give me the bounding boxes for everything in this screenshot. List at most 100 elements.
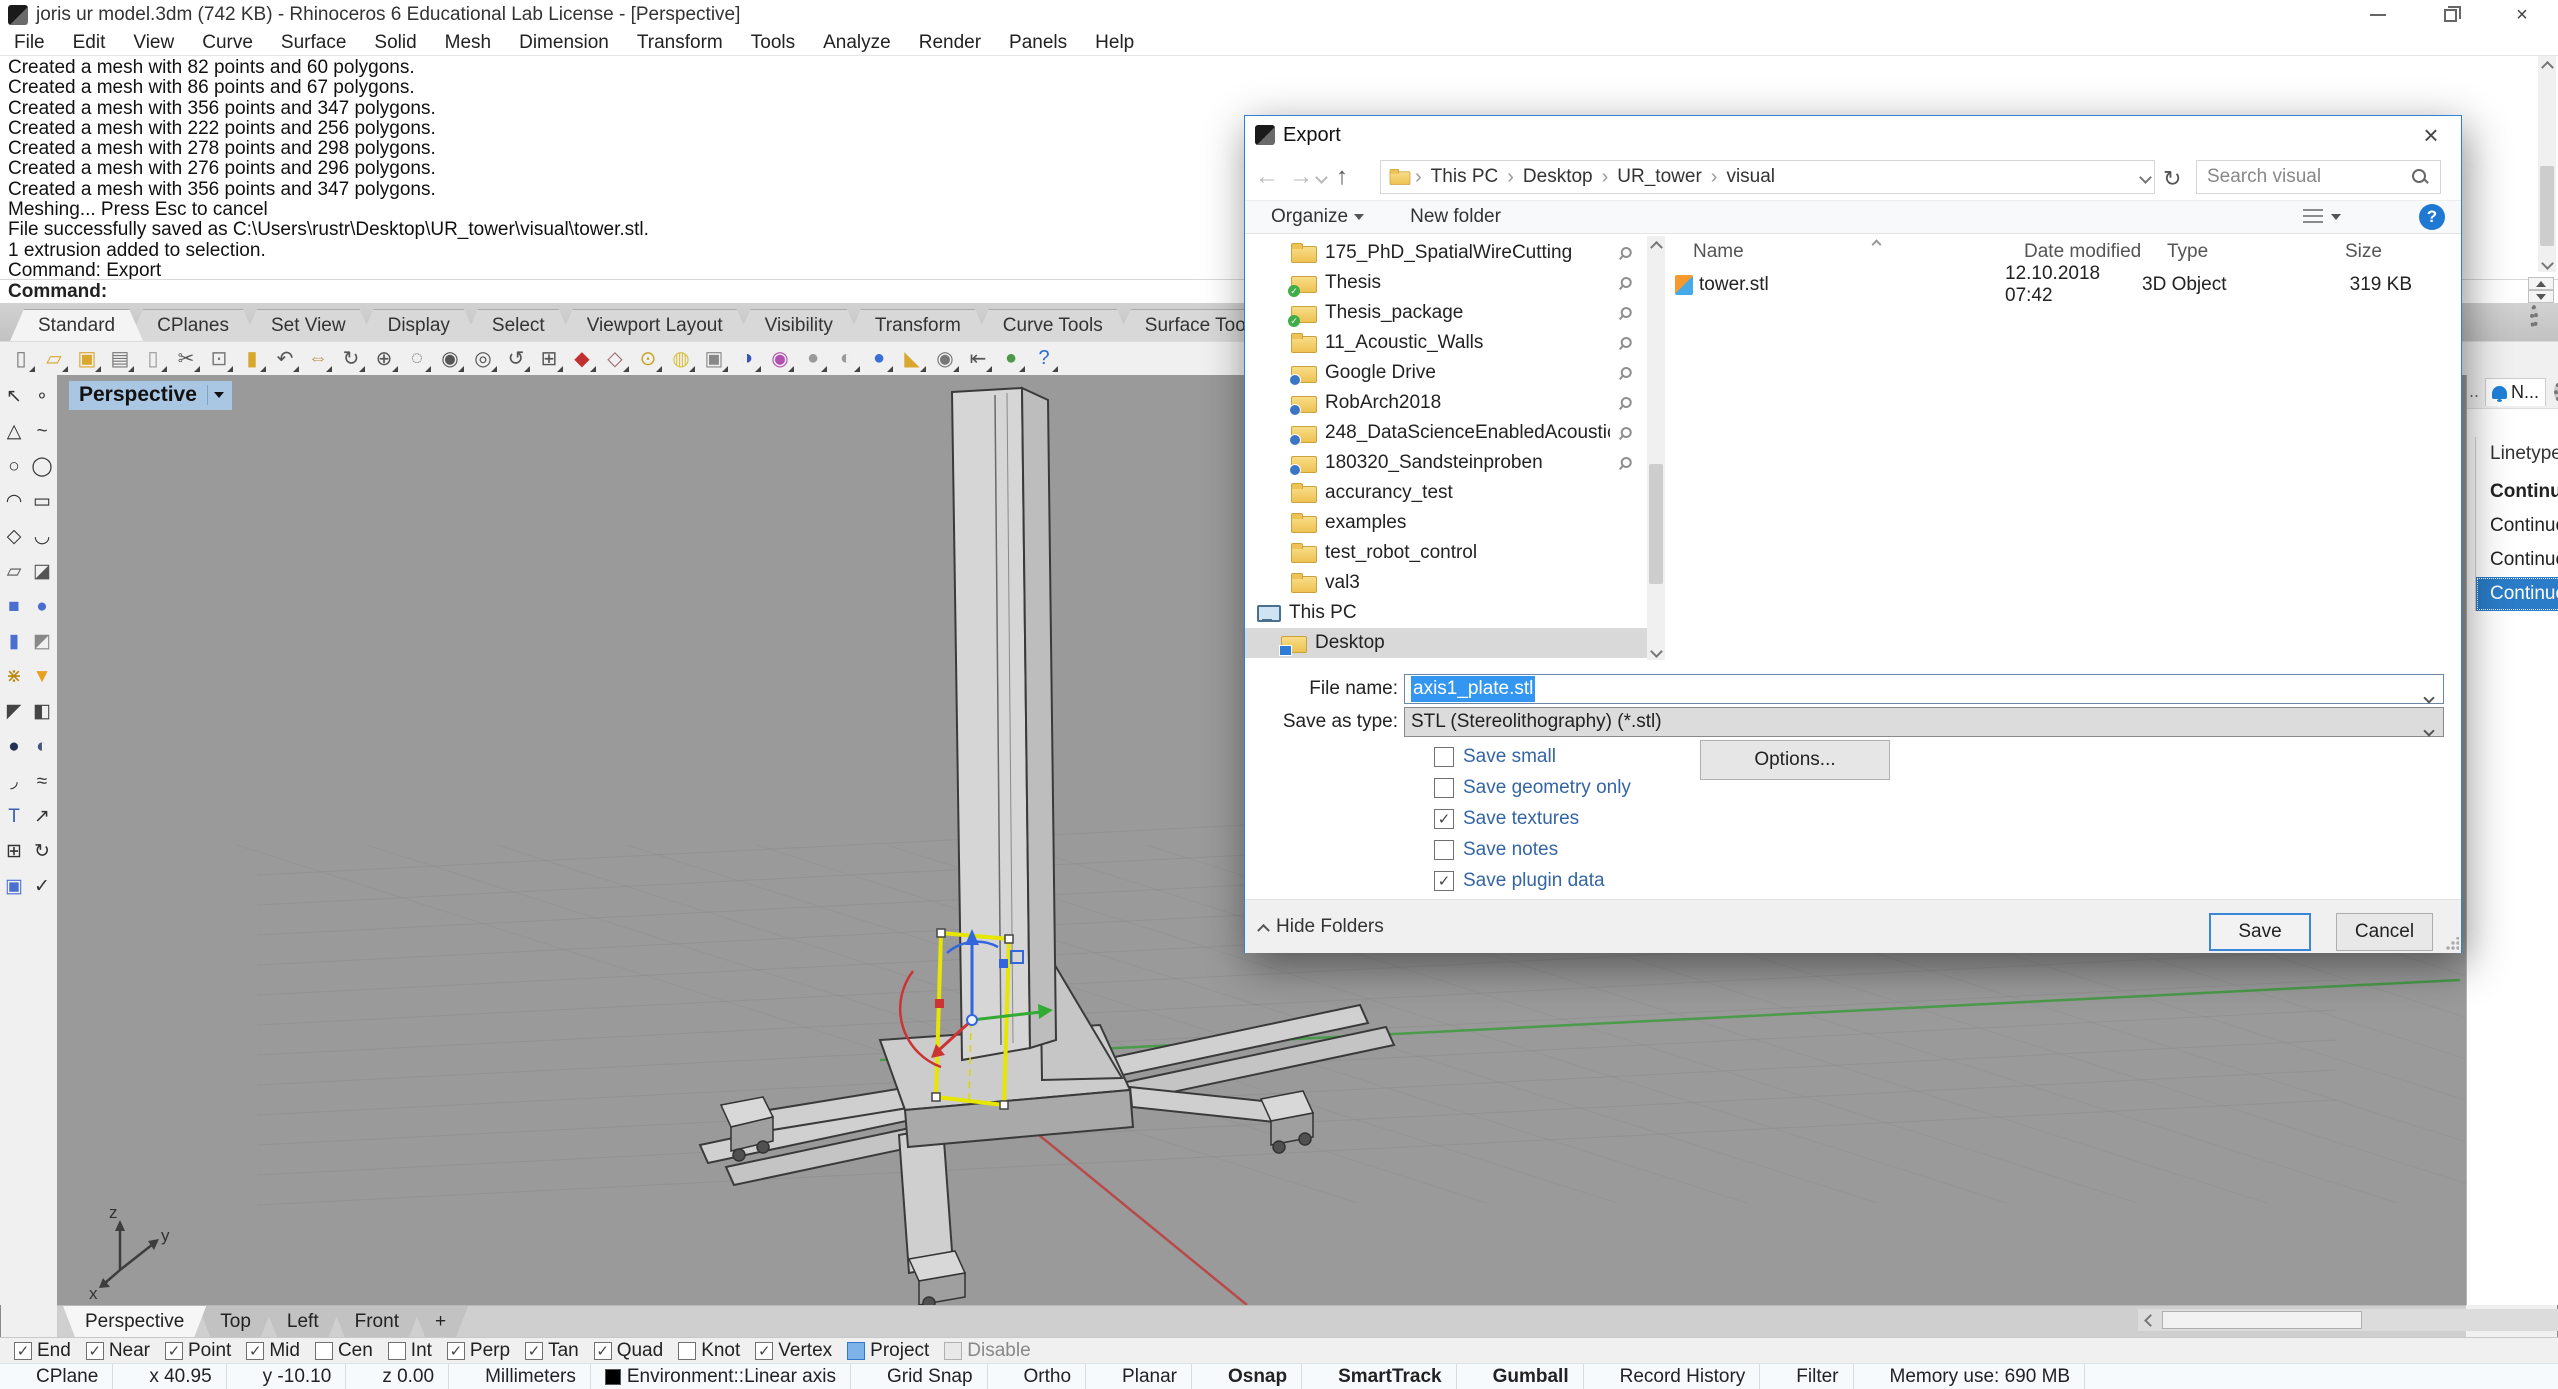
status-segment[interactable]: Planar [1086, 1364, 1192, 1389]
dialog-close-button[interactable]: × [2401, 116, 2461, 154]
toolbar-tab[interactable]: Transform [847, 309, 989, 341]
dialog-title-bar[interactable]: Export × [1245, 116, 2461, 154]
folder-item[interactable]: val3 [1245, 568, 1647, 598]
sidebar-tool-icon[interactable]: ◪ [28, 554, 56, 589]
menu-item[interactable]: Tools [737, 32, 809, 54]
scroll-up-icon[interactable] [1647, 236, 1665, 253]
folder-item[interactable]: 175_PhD_SpatialWireCutting [1245, 238, 1647, 268]
scroll-up-icon[interactable] [2538, 56, 2556, 73]
sidebar-tool-icon[interactable]: ◩ [28, 624, 56, 659]
status-segment[interactable]: Millimeters [449, 1364, 591, 1389]
osnap-toggle[interactable]: Vertex [755, 1340, 832, 1362]
sidebar-tool-icon[interactable]: ✓ [28, 869, 56, 904]
scrollbar-thumb[interactable] [2162, 1311, 2362, 1329]
toolbar-icon[interactable]: ◉ [765, 345, 795, 373]
linetype-row[interactable]: Continuo... [2476, 577, 2558, 611]
sidebar-tool-icon[interactable]: ◤ [0, 694, 28, 729]
menu-item[interactable]: File [0, 32, 59, 54]
toolbar-icon[interactable]: ⊕ [369, 345, 399, 373]
sidebar-tool-icon[interactable]: ● [0, 729, 28, 764]
sidebar-tool-icon[interactable]: T [0, 799, 28, 834]
resize-grip[interactable] [2445, 937, 2459, 951]
back-button[interactable]: ← [1255, 163, 1279, 191]
toolbar-icon[interactable]: ▣ [699, 345, 729, 373]
status-segment[interactable]: Osnap [1192, 1364, 1302, 1389]
toolbar-icon[interactable]: ◑ [732, 345, 762, 373]
sidebar-tool-icon[interactable]: ◯ [28, 449, 56, 484]
toolbar-icon[interactable]: ◐ [831, 345, 861, 373]
sidebar-tool-icon[interactable]: ● [28, 589, 56, 624]
forward-button[interactable]: → [1289, 163, 1313, 191]
sidebar-tool-icon[interactable]: ◧ [28, 694, 56, 729]
osnap-toggle[interactable]: Point [165, 1340, 231, 1362]
toolbar-icon[interactable]: ◉ [930, 345, 960, 373]
sidebar-tool-icon[interactable]: ◞ [0, 764, 28, 799]
toolbar-icon[interactable]: ◆ [567, 345, 597, 373]
scrollbar-thumb[interactable] [1649, 464, 1663, 584]
toolbar-icon[interactable]: ◉ [435, 345, 465, 373]
status-segment[interactable]: Record History [1584, 1364, 1761, 1389]
viewport-tab[interactable]: + [413, 1306, 468, 1337]
menu-item[interactable]: Curve [188, 32, 267, 54]
linetype-row[interactable]: Continuo... [2476, 509, 2558, 543]
status-segment[interactable]: z 0.00 [346, 1364, 449, 1389]
linetype-row[interactable]: Continuo... [2476, 543, 2558, 577]
osnap-toggle[interactable]: End [14, 1340, 71, 1362]
file-row[interactable]: tower.stl 12.10.2018 07:42 3D Object 319… [1673, 270, 2455, 300]
toolbar-icon[interactable]: ↺ [501, 345, 531, 373]
save-as-type-select[interactable]: STL (Stereolithography) (*.stl) [1404, 707, 2444, 737]
search-input[interactable]: Search visual [2207, 166, 2410, 188]
sidebar-tool-icon[interactable]: ○ [0, 449, 28, 484]
sidebar-tool-icon[interactable]: ↻ [28, 834, 56, 869]
toolbar-tab[interactable]: CPlanes [129, 309, 257, 341]
menu-item[interactable]: Solid [360, 32, 430, 54]
gear-icon[interactable] [2554, 383, 2558, 401]
toolbar-tab[interactable]: Standard [10, 309, 143, 341]
up-button[interactable]: ↑ [1336, 163, 1348, 191]
osnap-toggle[interactable]: Perp [447, 1340, 510, 1362]
status-segment[interactable]: y -10.10 [227, 1364, 347, 1389]
folder-item[interactable]: 11_Acoustic_Walls [1245, 328, 1647, 358]
osnap-toggle[interactable]: Disable [944, 1340, 1030, 1362]
sidebar-tool-icon[interactable]: ⋇ [0, 659, 28, 694]
toolbar-icon[interactable]: ↶ [270, 345, 300, 373]
folder-item[interactable]: 180320_Sandsteinproben [1245, 448, 1647, 478]
osnap-toggle[interactable]: Near [86, 1340, 150, 1362]
menu-item[interactable]: Transform [623, 32, 737, 54]
status-segment[interactable]: Gumball [1457, 1364, 1584, 1389]
toolbar-icon[interactable]: ✂ [171, 345, 201, 373]
cancel-button[interactable]: Cancel [2336, 913, 2433, 951]
sidebar-tool-icon[interactable]: ◡ [28, 519, 56, 554]
toolbar-icon[interactable]: ⇔ [303, 345, 333, 373]
toolbar-icon[interactable]: ↻ [336, 345, 366, 373]
scroll-down-icon[interactable] [2538, 255, 2556, 272]
toolbar-icon[interactable]: ▱ [39, 345, 69, 373]
breadcrumb[interactable]: › This PC›Desktop›UR_tower›visual› [1380, 160, 2155, 194]
osnap-toggle[interactable]: Mid [246, 1340, 300, 1362]
options-button[interactable]: Options... [1700, 740, 1890, 780]
organize-button[interactable]: Organize [1271, 206, 1364, 228]
sidebar-tool-icon[interactable]: ◐ [28, 729, 56, 764]
hide-folders-button[interactable]: Hide Folders [1259, 916, 1384, 938]
column-header-size[interactable]: Size [2345, 236, 2382, 268]
breadcrumb-item[interactable]: visual› [1726, 166, 1775, 188]
restore-button[interactable] [2414, 0, 2486, 30]
status-segment[interactable]: x 40.95 [113, 1364, 226, 1389]
toolbar-tab[interactable]: Set View [243, 309, 374, 341]
sidebar-tool-icon[interactable]: ▮ [0, 624, 28, 659]
toolbar-tab[interactable]: Select [464, 309, 573, 341]
status-segment[interactable]: CPlane [0, 1364, 113, 1389]
status-segment[interactable]: Grid Snap [851, 1364, 988, 1389]
toolbar-tab[interactable]: Visibility [737, 309, 861, 341]
sidebar-tool-icon[interactable]: ⊞ [0, 834, 28, 869]
toolbar-icon[interactable]: ◣ [897, 345, 927, 373]
new-folder-button[interactable]: New folder [1410, 206, 1501, 228]
toolbar-icon[interactable]: ▣ [72, 345, 102, 373]
minimize-button[interactable] [2342, 0, 2414, 30]
view-mode-button[interactable] [2303, 209, 2341, 225]
toolbar-icon[interactable]: ⇤ [963, 345, 993, 373]
linetype-row[interactable]: Continu... [2476, 475, 2558, 509]
osnap-toggle[interactable]: Tan [525, 1340, 579, 1362]
folder-item[interactable]: Desktop [1245, 628, 1647, 658]
osnap-toggle[interactable]: Int [388, 1340, 432, 1362]
